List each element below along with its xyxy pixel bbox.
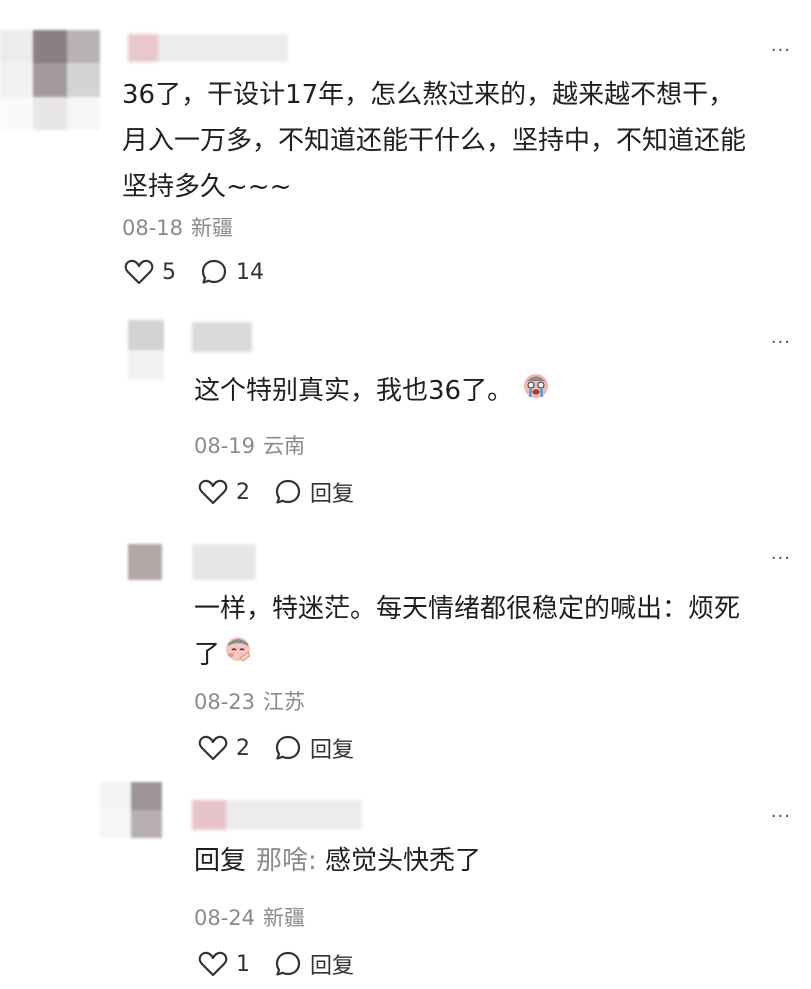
- heart-icon: [198, 950, 228, 978]
- reply-prefix: 回复: [194, 846, 247, 876]
- more-options-button[interactable]: ···: [771, 808, 791, 826]
- reply-button[interactable]: 回复: [274, 948, 354, 980]
- username-blurred[interactable]: [192, 800, 362, 830]
- comment-meta: 08-24 新疆: [194, 902, 305, 932]
- like-count: 1: [236, 951, 250, 977]
- comment-date: 08-24: [194, 906, 256, 930]
- like-button[interactable]: 1: [198, 950, 250, 978]
- reply-label: 回复: [310, 954, 355, 979]
- comment-location: 新疆: [263, 906, 306, 930]
- comment-actions: 1 回复: [198, 948, 354, 980]
- comment-text: 回复 那啥: 感觉头快秃了: [194, 838, 481, 884]
- reply-target-username[interactable]: 那啥:: [256, 846, 317, 876]
- comment-4: ··· 回复 那啥: 感觉头快秃了 08-24 新疆 1 回复: [0, 0, 811, 989]
- avatar[interactable]: [100, 782, 162, 838]
- comment-text-line: 感觉头快秃了: [325, 846, 482, 876]
- comment-bubble-icon: [274, 950, 302, 978]
